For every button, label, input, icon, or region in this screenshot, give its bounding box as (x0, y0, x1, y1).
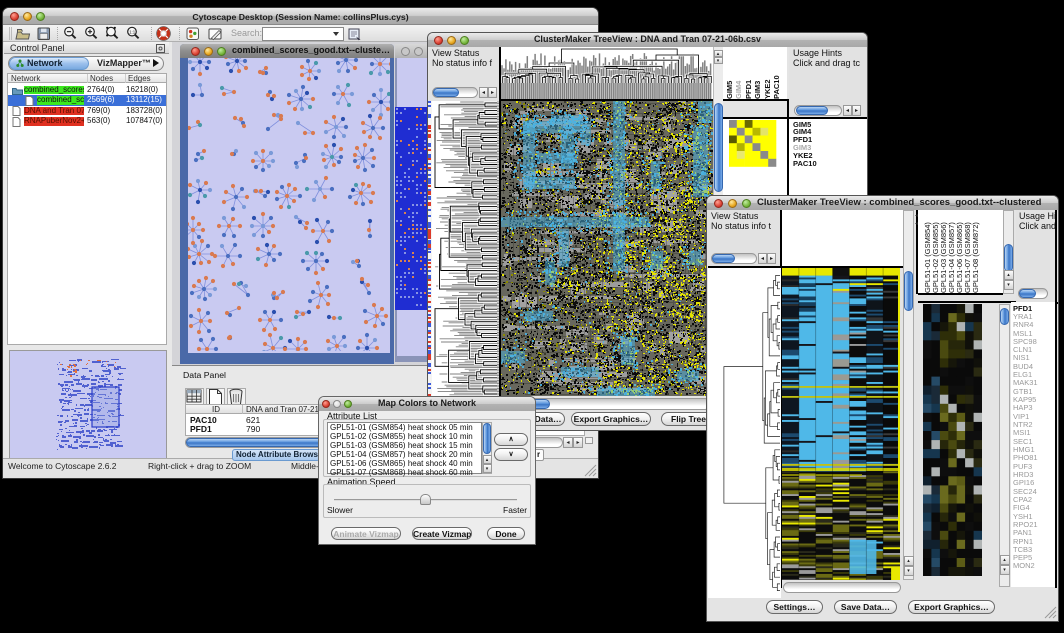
svg-text:1:1: 1:1 (129, 29, 136, 34)
